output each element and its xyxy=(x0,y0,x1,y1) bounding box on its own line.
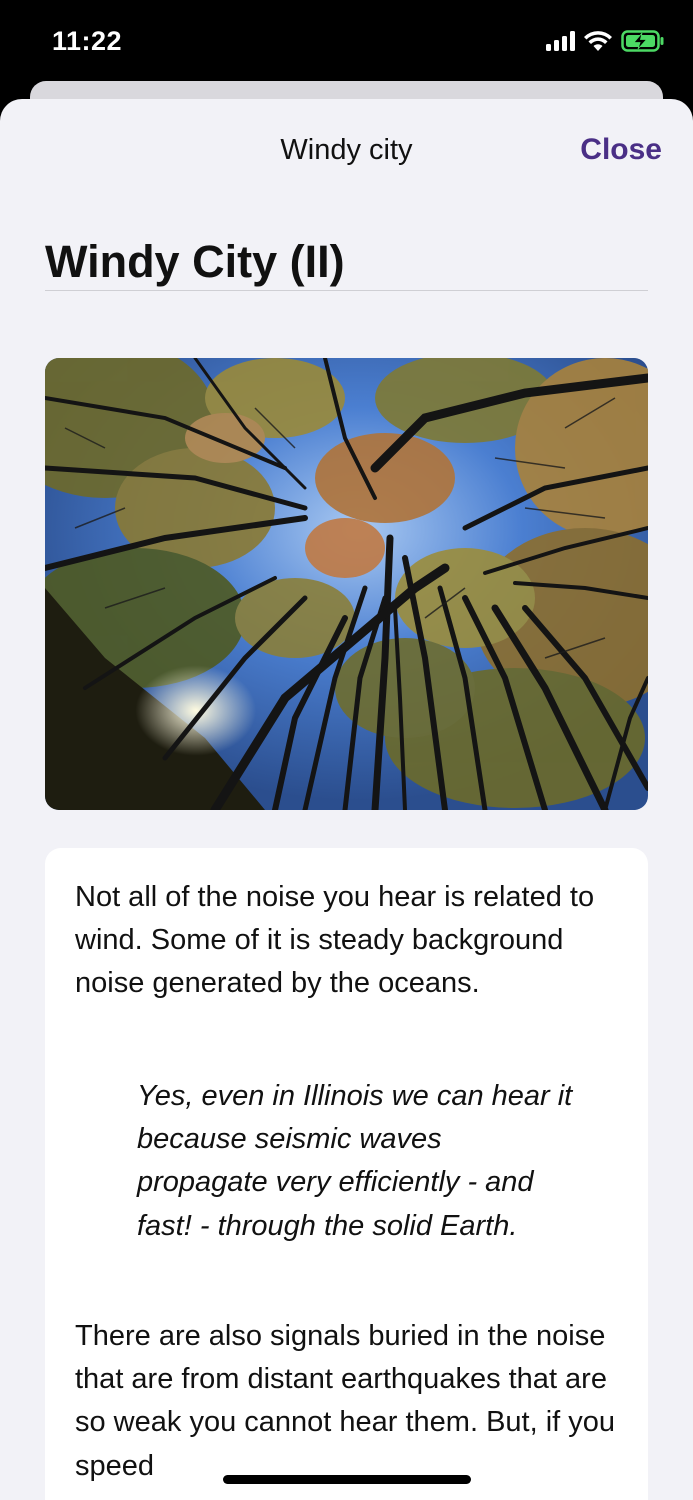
close-button[interactable]: Close xyxy=(580,133,662,167)
article-paragraph-1: Not all of the noise you hear is related… xyxy=(75,881,595,1000)
wifi-icon xyxy=(584,31,612,51)
home-indicator[interactable] xyxy=(223,1475,471,1484)
status-bar: 11:22 xyxy=(0,0,693,82)
battery-charging-icon xyxy=(621,30,664,52)
page-title: Windy City (II) xyxy=(45,236,345,287)
article-quote: Yes, even in Illinois we can hear it bec… xyxy=(137,1080,573,1242)
forest-canopy-image xyxy=(45,358,648,810)
title-divider xyxy=(45,290,648,291)
cellular-signal-icon xyxy=(546,31,575,51)
article-card: Not all of the noise you hear is related… xyxy=(45,848,648,1500)
modal-sheet: Windy city Close Windy City (II) Not all… xyxy=(0,99,693,1500)
article-paragraph-2: There are also signals buried in the noi… xyxy=(75,1320,616,1482)
status-time: 11:22 xyxy=(52,26,123,56)
status-icons xyxy=(546,30,665,52)
